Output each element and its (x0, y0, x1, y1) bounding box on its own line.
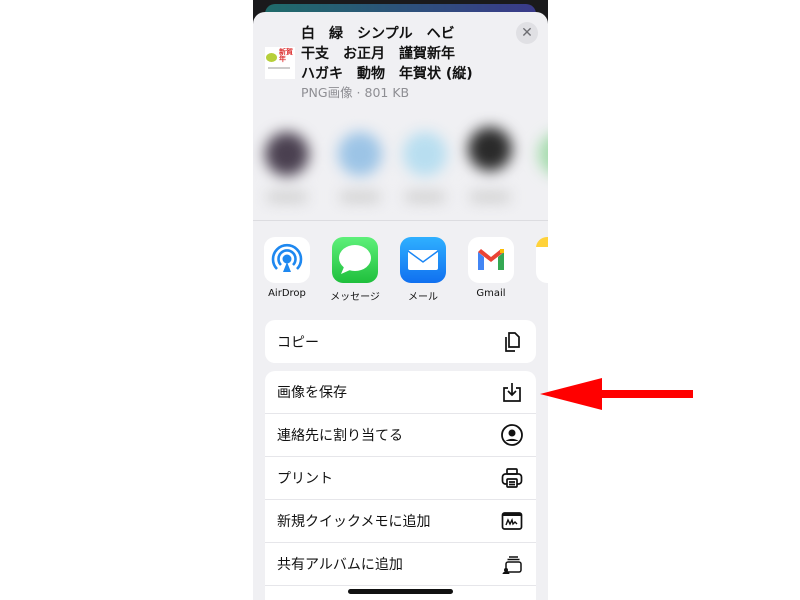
actions-group: 画像を保存 連絡先に割り当てる プリント 新規クイックメモに追加 共有アルバムに… (265, 371, 536, 600)
app-airdrop[interactable]: AirDrop (257, 237, 317, 299)
action-label: 共有アルバムに追加 (277, 557, 403, 573)
share-sheet: 新賀年 白 緑 シンプル ヘビ 干支 お正月 謹賀新年ハガキ 動物 年賀状 (縦)… (253, 12, 548, 600)
red-arrow-annotation (540, 378, 693, 410)
title-line: 白 緑 シンプル ヘビ (301, 26, 455, 42)
title-line: ハガキ 動物 年賀状 (縦) (301, 66, 473, 82)
title-line: 干支 お正月 謹賀新年 (301, 46, 455, 62)
action-label: 画像を保存 (277, 385, 347, 401)
gmail-icon (468, 237, 514, 283)
action-print[interactable]: プリント (265, 457, 536, 500)
phone-screen: 新賀年 白 緑 シンプル ヘビ 干支 お正月 謹賀新年ハガキ 動物 年賀状 (縦)… (253, 0, 548, 600)
app-gmail[interactable]: Gmail (461, 237, 521, 299)
close-button[interactable]: ✕ (516, 22, 538, 44)
notes-icon (536, 237, 548, 283)
quick-note-icon (501, 512, 523, 530)
copy-group: コピー (265, 320, 536, 363)
file-title: 白 緑 シンプル ヘビ 干支 お正月 謹賀新年ハガキ 動物 年賀状 (縦) (301, 24, 473, 84)
suggested-contacts-row[interactable] (253, 112, 548, 222)
app-messages[interactable]: メッセージ (325, 237, 385, 303)
action-label: プリント (277, 471, 333, 487)
image-thumbnail: 新賀年 (265, 47, 295, 79)
divider (253, 220, 548, 221)
action-save-image[interactable]: 画像を保存 (265, 371, 536, 414)
airdrop-icon (264, 237, 310, 283)
mail-icon (400, 237, 446, 283)
copy-icon (505, 331, 520, 352)
shared-album-icon (502, 556, 522, 574)
app-notes[interactable] (529, 237, 548, 283)
app-mail[interactable]: メール (393, 237, 453, 303)
home-indicator[interactable] (348, 589, 453, 594)
action-label: コピー (277, 334, 319, 351)
action-label: 新規クイックメモに追加 (277, 514, 431, 530)
messages-icon (332, 237, 378, 283)
action-quick-note[interactable]: 新規クイックメモに追加 (265, 500, 536, 543)
app-label: AirDrop (268, 288, 306, 299)
app-label: メール (408, 292, 438, 303)
save-download-icon (503, 383, 521, 402)
action-shared-album[interactable]: 共有アルバムに追加 (265, 543, 536, 586)
action-copy[interactable]: コピー (265, 320, 536, 363)
action-label: 連絡先に割り当てる (277, 428, 403, 444)
file-info: PNG画像 · 801 KB (301, 85, 410, 100)
app-label: Gmail (476, 288, 506, 299)
contact-icon (501, 424, 523, 446)
app-label: メッセージ (330, 292, 380, 303)
printer-icon (501, 468, 523, 488)
action-assign-contact[interactable]: 連絡先に割り当てる (265, 414, 536, 457)
